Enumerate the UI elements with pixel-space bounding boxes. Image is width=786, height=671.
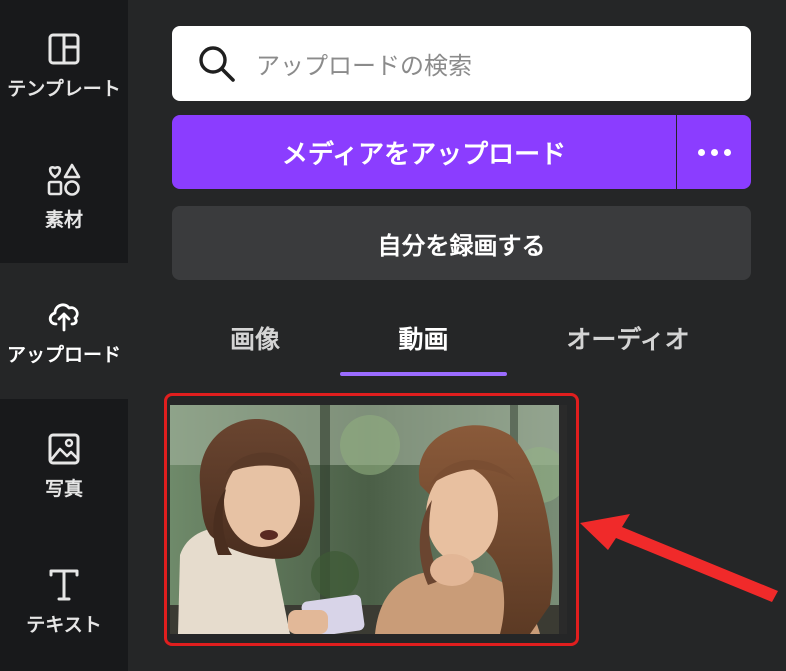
sidebar-item-uploads[interactable]: アップロード [0, 263, 128, 399]
active-tab-indicator [340, 372, 507, 376]
template-icon [48, 33, 80, 64]
highlight-frame [164, 393, 579, 646]
sidebar-item-photos[interactable]: 写真 [0, 399, 128, 531]
search-input[interactable]: アップロードの検索 [172, 26, 751, 101]
sidebar-item-label: アップロード [6, 343, 121, 366]
sidebar-item-label: テキスト [26, 613, 102, 636]
more-dot [710, 148, 718, 156]
sidebar-item-label: 素材 [44, 209, 83, 231]
more-dots-icon [697, 148, 705, 156]
search-placeholder: アップロードの検索 [256, 52, 472, 80]
more-dot [723, 148, 731, 156]
record-yourself-button[interactable]: 自分を録画する [172, 206, 751, 280]
search-icon [199, 45, 235, 82]
sidebar-item-templates[interactable]: テンプレート [0, 0, 128, 130]
annotation-arrow-icon [580, 514, 778, 602]
tab-videos[interactable]: 動画 [340, 318, 507, 358]
tab-images[interactable]: 画像 [200, 318, 310, 358]
text-icon [49, 569, 79, 600]
upload-media-button[interactable]: メディアをアップロード [172, 115, 676, 189]
more-options-button[interactable] [677, 115, 751, 189]
sidebar-item-label: 写真 [44, 477, 83, 500]
sidebar-item-elements[interactable]: 素材 [0, 130, 128, 263]
video-thumbnail[interactable] [170, 405, 567, 634]
cloud-upload-icon [48, 302, 79, 331]
tab-audio[interactable]: オーディオ [540, 318, 716, 358]
sidebar-item-label: テンプレート [7, 77, 121, 100]
elements-icon [47, 163, 81, 196]
sidebar-item-text[interactable]: テキスト [0, 531, 128, 671]
photo-icon [48, 433, 80, 464]
left-nav-rail: テンプレート 素材 アップロード 写真 テキスト [0, 0, 128, 671]
